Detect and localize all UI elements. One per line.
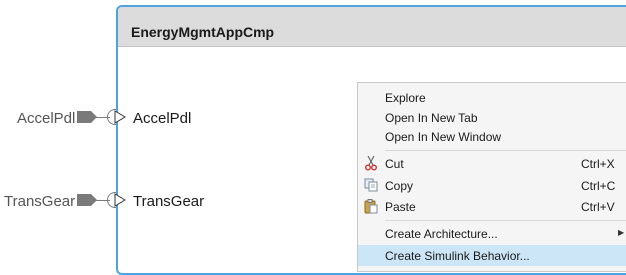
- menu-item-shortcut: Ctrl+C: [581, 179, 616, 193]
- context-menu: Explore Open In New Tab Open In New Wind…: [357, 82, 626, 272]
- menu-item-label: Create Architecture...: [385, 227, 498, 241]
- menu-item-label: Open In New Window: [385, 130, 502, 144]
- menu-item-shortcut: Ctrl+X: [581, 157, 615, 171]
- menu-item-open-in-new-tab[interactable]: Open In New Tab: [358, 107, 626, 128]
- menu-item-label: Open In New Tab: [385, 111, 478, 125]
- submenu-arrow-icon: ▶: [618, 228, 625, 237]
- inport-triangle-icon[interactable]: [113, 193, 127, 207]
- paste-icon: [364, 199, 378, 214]
- component-title: EnergyMgmtAppCmp: [131, 24, 275, 40]
- menu-item-create-simulink-behavior[interactable]: Create Simulink Behavior...: [358, 245, 626, 266]
- menu-item-label: Copy: [385, 179, 414, 193]
- menu-item-shortcut: Ctrl+V: [581, 200, 615, 214]
- menu-item-label: Explore: [385, 91, 426, 105]
- menu-item-label: Cut: [385, 157, 404, 171]
- menu-item-paste[interactable]: Paste Ctrl+V: [358, 196, 626, 217]
- menu-item-explore[interactable]: Explore: [358, 87, 626, 108]
- outport-icon[interactable]: [77, 111, 97, 123]
- component-port-label-transgear: TransGear: [133, 193, 205, 210]
- menu-item-create-architecture[interactable]: Create Architecture... ▶: [358, 223, 626, 244]
- menu-item-label: Create Simulink Behavior...: [385, 249, 530, 263]
- menu-item-open-in-new-window[interactable]: Open In New Window: [358, 126, 626, 147]
- menu-separator: [385, 150, 626, 151]
- component-header: EnergyMgmtAppCmp: [118, 7, 626, 47]
- inport-triangle-icon[interactable]: [113, 110, 127, 124]
- menu-separator: [385, 220, 626, 221]
- menu-item-copy[interactable]: Copy Ctrl+C: [358, 175, 626, 196]
- menu-item-cut[interactable]: Cut Ctrl+X: [358, 153, 626, 174]
- copy-icon: [364, 178, 378, 192]
- outport-icon[interactable]: [77, 194, 97, 206]
- component-port-label-accelpdl: AccelPdl: [133, 110, 192, 127]
- external-port-label-accelpdl: AccelPdl: [17, 110, 76, 127]
- scissors-icon: [365, 155, 377, 171]
- menu-item-label: Paste: [385, 200, 416, 214]
- external-port-label-transgear: TransGear: [4, 193, 76, 210]
